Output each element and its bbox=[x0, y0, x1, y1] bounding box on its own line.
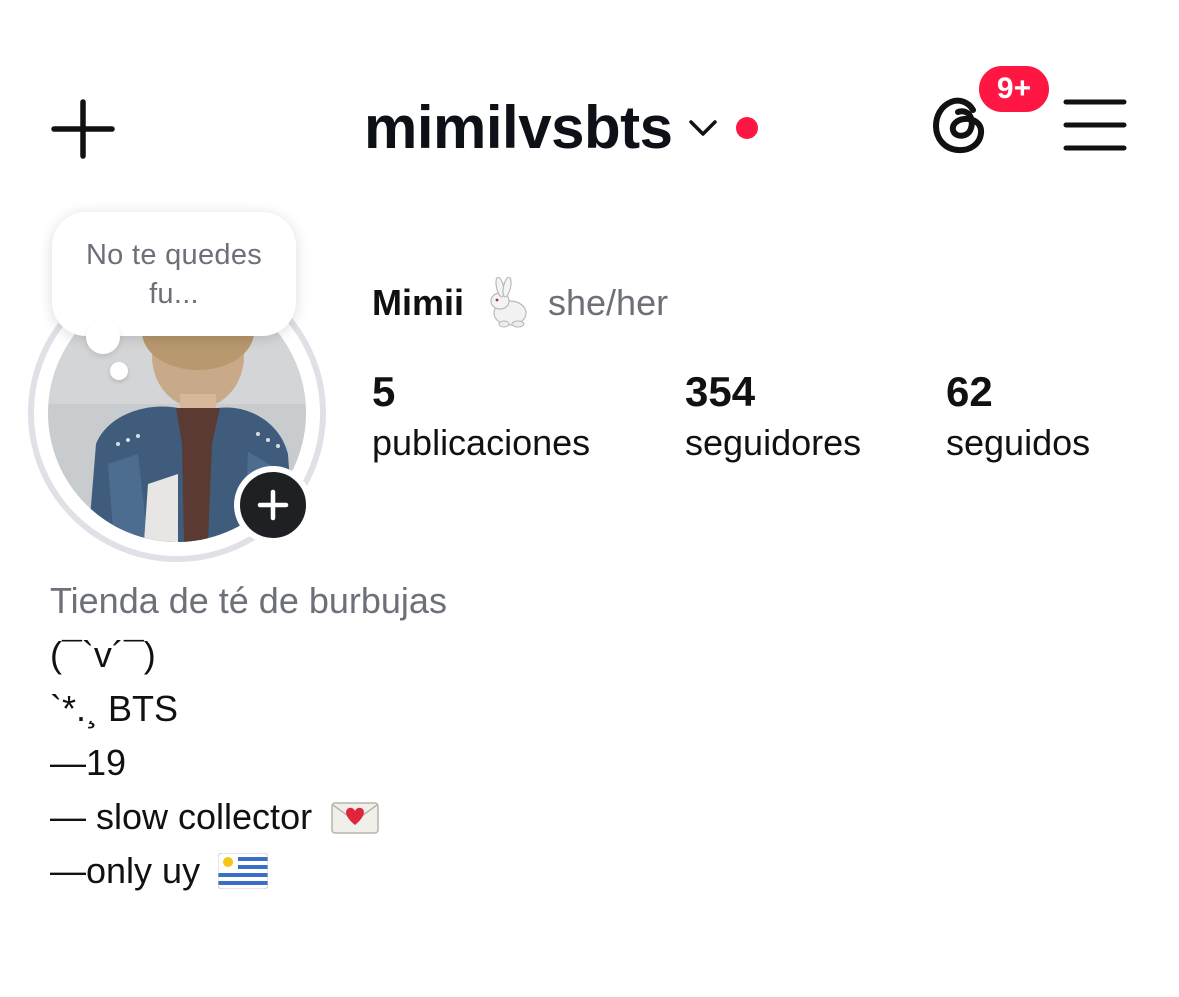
followers-count: 354 bbox=[685, 368, 756, 415]
note-bubble[interactable]: No te quedes fu... bbox=[52, 212, 296, 336]
chevron-down-icon[interactable] bbox=[686, 111, 720, 145]
display-name: Mimii bbox=[372, 282, 465, 323]
following-label: seguidos bbox=[946, 422, 1091, 463]
note-text: No te quedes fu... bbox=[85, 239, 263, 310]
bio: Tienda de té de burbujas (¯`v´¯) `*.¸ BT… bbox=[50, 574, 447, 898]
profile-name-row: Mimii she/her bbox=[372, 276, 668, 330]
posts-count: 5 bbox=[372, 368, 396, 415]
stat-following[interactable]: 62 seguidos bbox=[946, 366, 1090, 468]
unread-dot bbox=[736, 117, 759, 139]
followers-label: seguidores bbox=[685, 422, 862, 463]
note-tail bbox=[86, 320, 120, 354]
hamburger-menu-icon bbox=[1063, 99, 1127, 151]
profile-category: Tienda de té de burbujas bbox=[50, 580, 447, 621]
bio-line: (¯`v´¯) bbox=[50, 634, 156, 675]
add-story-button[interactable] bbox=[234, 466, 312, 544]
stat-followers[interactable]: 354 seguidores bbox=[685, 366, 861, 468]
posts-label: publicaciones bbox=[372, 422, 591, 463]
bio-line-text: —only uy bbox=[50, 850, 201, 891]
account-switcher[interactable]: mimilvsbts bbox=[364, 88, 759, 168]
notification-badge: 9+ bbox=[975, 62, 1053, 116]
uruguay-flag-icon bbox=[218, 745, 278, 997]
love-letter-icon bbox=[330, 689, 390, 945]
create-post-button[interactable] bbox=[50, 98, 116, 160]
pronouns: she/her bbox=[548, 282, 669, 323]
username[interactable]: mimilvsbts bbox=[364, 98, 673, 158]
plus-icon bbox=[257, 489, 289, 521]
plus-icon bbox=[51, 99, 115, 159]
menu-button[interactable] bbox=[1062, 96, 1128, 154]
following-count: 62 bbox=[946, 368, 993, 415]
note-tail-small bbox=[110, 362, 128, 380]
stat-posts[interactable]: 5 publicaciones bbox=[372, 366, 590, 468]
rabbit-emoji-icon bbox=[480, 277, 534, 329]
